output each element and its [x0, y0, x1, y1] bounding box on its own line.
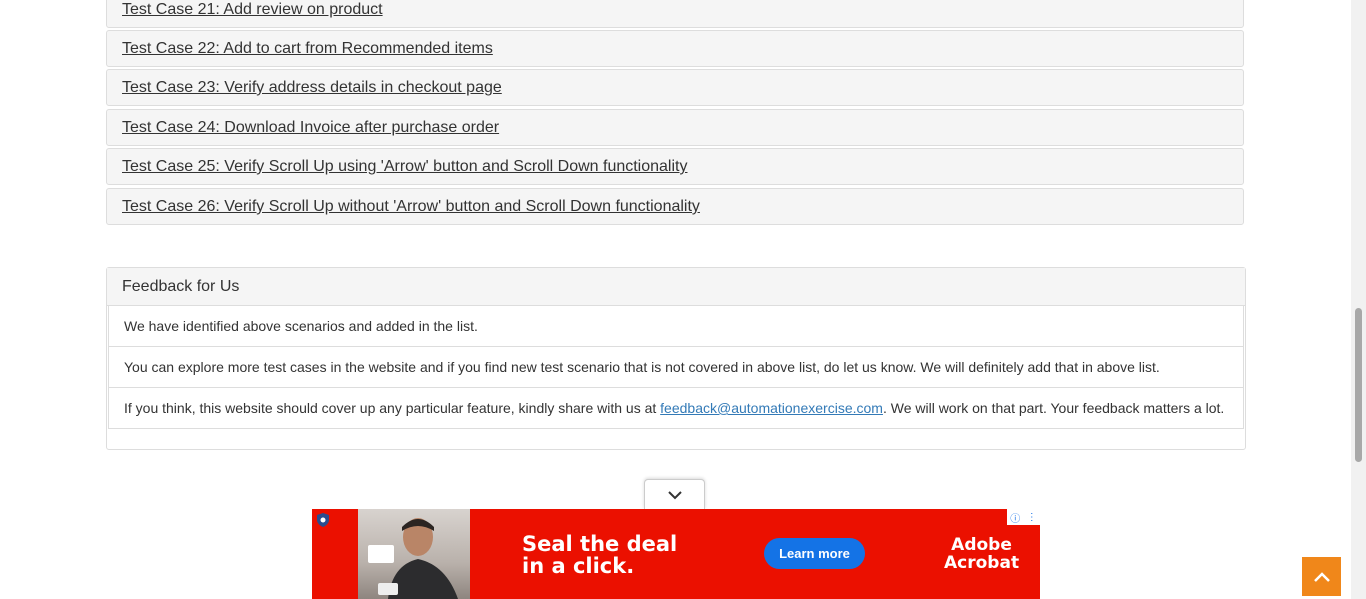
ad-brand-line: Adobe [951, 535, 1012, 555]
scrollbar-thumb[interactable] [1355, 308, 1362, 462]
ad-photo [358, 509, 470, 599]
shield-icon [317, 513, 329, 527]
chevron-down-icon [667, 490, 682, 499]
ad-headline-line: Seal the deal [522, 532, 678, 556]
vertical-scrollbar[interactable] [1351, 0, 1366, 599]
person-icon [368, 518, 458, 599]
test-case-item[interactable]: Test Case 26: Verify Scroll Up without '… [106, 188, 1244, 225]
test-case-item[interactable]: Test Case 23: Verify address details in … [106, 69, 1244, 106]
chevron-up-icon [1313, 571, 1330, 582]
more-options-icon[interactable]: ⋮ [1027, 512, 1037, 523]
test-case-link[interactable]: Test Case 25: Verify Scroll Up using 'Ar… [122, 158, 687, 176]
feedback-panel: Feedback for Us We have identified above… [106, 267, 1246, 450]
test-case-link[interactable]: Test Case 22: Add to cart from Recommend… [122, 40, 493, 58]
scroll-to-top-button[interactable] [1302, 557, 1341, 596]
feedback-list: We have identified above scenarios and a… [108, 306, 1244, 429]
ad-brand-line: Acrobat [944, 553, 1020, 573]
ad-brand: Adobe Acrobat [944, 536, 1019, 572]
ad-headline-line: in a click. [522, 554, 635, 578]
test-case-link[interactable]: Test Case 21: Add review on product [122, 1, 383, 19]
test-case-item[interactable]: Test Case 21: Add review on product [106, 0, 1244, 28]
test-case-link[interactable]: Test Case 26: Verify Scroll Up without '… [122, 198, 700, 216]
ad-collapse-button[interactable] [644, 479, 705, 509]
test-case-item[interactable]: Test Case 25: Verify Scroll Up using 'Ar… [106, 148, 1244, 185]
learn-more-button[interactable]: Learn more [764, 538, 865, 569]
ad-banner[interactable]: Seal the deal in a click. Learn more Ado… [312, 509, 1040, 599]
ad-choices[interactable]: ⓘ ⋮ [1007, 509, 1040, 525]
feedback-email-link[interactable]: feedback@automationexercise.com [660, 400, 883, 416]
feedback-row: We have identified above scenarios and a… [124, 318, 478, 334]
feedback-row: You can explore more test cases in the w… [109, 346, 1243, 387]
test-case-link[interactable]: Test Case 23: Verify address details in … [122, 79, 502, 97]
feedback-text: If you think, this website should cover … [124, 400, 661, 416]
ad-headline: Seal the deal in a click. [522, 533, 677, 577]
info-icon[interactable]: ⓘ [1010, 510, 1020, 525]
feedback-text: . We will work on that part. Your feedba… [882, 400, 1225, 416]
feedback-row: If you think, this website should cover … [109, 387, 1243, 428]
test-case-item[interactable]: Test Case 22: Add to cart from Recommend… [106, 30, 1244, 67]
test-case-link[interactable]: Test Case 24: Download Invoice after pur… [122, 119, 499, 137]
test-case-item[interactable]: Test Case 24: Download Invoice after pur… [106, 109, 1244, 146]
feedback-heading: Feedback for Us [107, 268, 1245, 306]
